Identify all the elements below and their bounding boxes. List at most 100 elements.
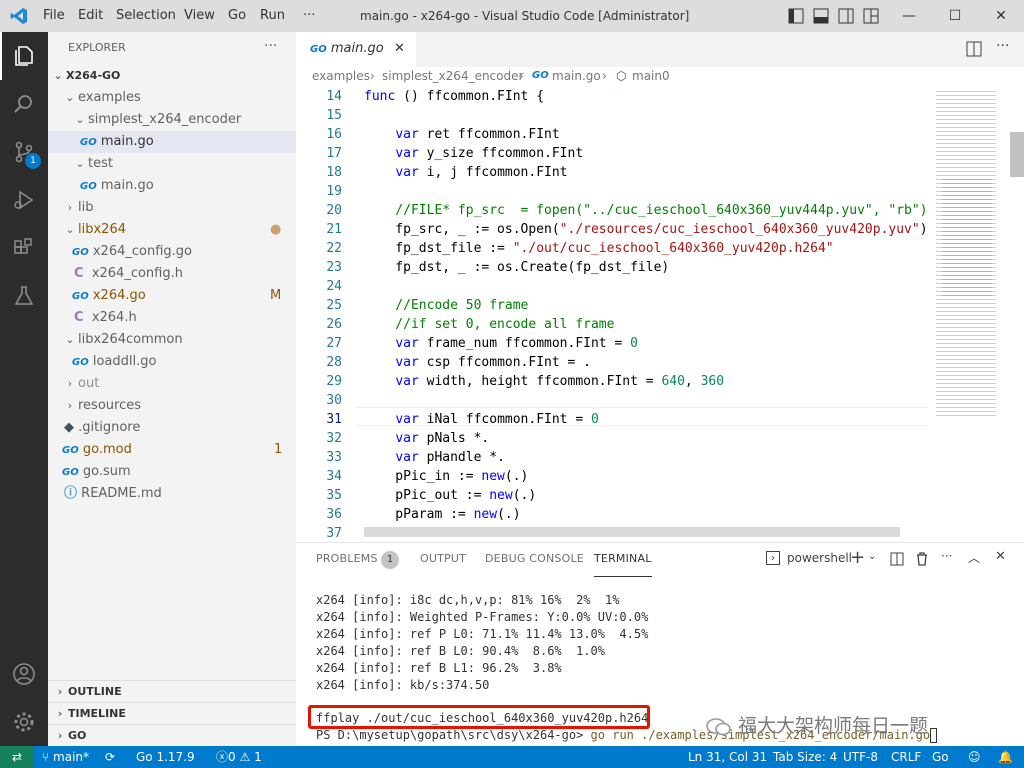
code-line[interactable]: var i, j ffcommon.FInt bbox=[364, 163, 567, 182]
explorer-icon[interactable] bbox=[0, 32, 48, 80]
close-tab-icon[interactable]: ✕ bbox=[394, 32, 405, 65]
tree-folder-examples[interactable]: ⌄ examples bbox=[48, 87, 296, 109]
tree-folder-simplest-x264-encoder[interactable]: ⌄ simplest_x264_encoder bbox=[48, 109, 296, 131]
source-control-icon[interactable]: 1 bbox=[0, 128, 48, 176]
code-line[interactable]: fp_dst, _ := os.Create(fp_dst_file) bbox=[364, 258, 669, 277]
chevron-down-icon[interactable]: ⌄ bbox=[868, 551, 876, 562]
code-line[interactable]: func () ffcommon.FInt { bbox=[364, 87, 544, 106]
tree-file-gitignore[interactable]: ◆ .gitignore bbox=[48, 417, 296, 439]
tab-output[interactable]: OUTPUT bbox=[420, 543, 466, 577]
outline-section[interactable]: › OUTLINE bbox=[48, 680, 296, 702]
code-line[interactable]: pParam := new(.) bbox=[364, 505, 520, 524]
toggle-secondary-sidebar-icon[interactable] bbox=[838, 8, 854, 28]
tab-problems[interactable]: PROBLEMS bbox=[316, 543, 378, 577]
tree-file-main-go-selected[interactable]: GO main.go bbox=[48, 131, 296, 153]
horizontal-scrollbar[interactable] bbox=[364, 527, 900, 537]
code-line[interactable]: var ret ffcommon.FInt bbox=[364, 125, 559, 144]
customize-layout-icon[interactable] bbox=[863, 8, 879, 28]
breadcrumb-examples[interactable]: examples bbox=[312, 67, 370, 85]
code-line[interactable]: var width, height ffcommon.FInt = 640, 3… bbox=[364, 372, 724, 391]
encoding[interactable]: UTF-8 bbox=[843, 746, 878, 768]
notifications-bell-icon[interactable]: 🔔 bbox=[998, 746, 1013, 768]
minimize-button[interactable]: — bbox=[886, 0, 932, 32]
go-version[interactable]: Go 1.17.9 bbox=[136, 746, 195, 768]
more-actions-icon[interactable]: ··· bbox=[941, 549, 952, 563]
timeline-section[interactable]: › TIMELINE bbox=[48, 702, 296, 724]
tab-size[interactable]: Tab Size: 4 bbox=[773, 746, 837, 768]
tree-file-go-mod[interactable]: GO go.mod 1 bbox=[48, 439, 296, 461]
minimap[interactable] bbox=[928, 87, 1010, 542]
code-line[interactable]: fp_dst_file := "./out/cuc_ieschool_640x3… bbox=[364, 239, 833, 258]
toggle-panel-icon[interactable] bbox=[813, 8, 829, 28]
menu-run[interactable]: Run bbox=[260, 0, 285, 32]
language-mode[interactable]: Go bbox=[932, 746, 949, 768]
toggle-sidebar-icon[interactable] bbox=[788, 8, 804, 28]
tree-file-x264-h[interactable]: C x264.h bbox=[48, 307, 296, 329]
menu-selection[interactable]: Selection bbox=[116, 0, 176, 32]
split-editor-icon[interactable] bbox=[966, 41, 982, 61]
code-editor[interactable]: 14 func () ffcommon.FInt {15 16 var ret ff… bbox=[296, 87, 928, 542]
code-line[interactable]: var iNal ffcommon.FInt = 0 bbox=[364, 410, 599, 429]
tree-file-readme[interactable]: ⓘ README.md bbox=[48, 483, 296, 505]
menu-view[interactable]: View bbox=[184, 0, 215, 32]
tree-file-x264-config-go[interactable]: GO x264_config.go bbox=[48, 241, 296, 263]
code-line[interactable]: //Encode 50 frame bbox=[364, 296, 528, 315]
tree-file-x264-config-h[interactable]: C x264_config.h bbox=[48, 263, 296, 285]
code-line[interactable]: pPic_in := new(.) bbox=[364, 467, 528, 486]
tab-terminal[interactable]: TERMINAL bbox=[594, 543, 652, 577]
tree-file-go-sum[interactable]: GO go.sum bbox=[48, 461, 296, 483]
breadcrumb-folder[interactable]: simplest_x264_encoder bbox=[382, 67, 523, 85]
problems-status[interactable]: ⓧ0 ⚠ 1 bbox=[216, 746, 262, 768]
vertical-scrollbar[interactable] bbox=[1010, 87, 1024, 542]
menu-edit[interactable]: Edit bbox=[78, 0, 103, 32]
code-line[interactable]: //FILE* fp_src = fopen("../cuc_ieschool_… bbox=[364, 201, 928, 220]
search-icon[interactable] bbox=[0, 80, 48, 128]
sync-icon[interactable]: ⟳ bbox=[105, 746, 115, 768]
menu-more[interactable]: ··· bbox=[303, 0, 315, 32]
account-icon[interactable] bbox=[0, 650, 48, 698]
extensions-icon[interactable] bbox=[0, 224, 48, 272]
code-line[interactable]: var y_size ffcommon.FInt bbox=[364, 144, 583, 163]
tree-folder-lib[interactable]: › lib bbox=[48, 197, 296, 219]
tree-file-x264-go[interactable]: GO x264.go M bbox=[48, 285, 296, 307]
maximize-button[interactable]: ☐ bbox=[932, 0, 978, 32]
code-line[interactable]: fp_src, _ := os.Open("./resources/cuc_ie… bbox=[364, 220, 927, 239]
tree-folder-libx264common[interactable]: ⌄ libx264common bbox=[48, 329, 296, 351]
line-ending[interactable]: CRLF bbox=[891, 746, 921, 768]
git-branch[interactable]: ⑂ main* bbox=[42, 746, 89, 768]
tree-folder-out[interactable]: › out bbox=[48, 373, 296, 395]
code-line[interactable]: var csp ffcommon.FInt = . bbox=[364, 353, 591, 372]
code-line[interactable]: //if set 0, encode all frame bbox=[364, 315, 614, 334]
menu-go[interactable]: Go bbox=[228, 0, 246, 32]
code-line[interactable]: var pHandle *. bbox=[364, 448, 505, 467]
run-debug-icon[interactable] bbox=[0, 176, 48, 224]
tab-main-go[interactable]: GO main.go ✕ bbox=[296, 32, 416, 67]
close-panel-icon[interactable]: ✕ bbox=[995, 549, 1006, 564]
new-terminal-icon[interactable]: + bbox=[850, 547, 865, 568]
kill-terminal-icon[interactable] bbox=[915, 551, 929, 571]
tab-debug-console[interactable]: DEBUG CONSOLE bbox=[485, 543, 584, 577]
terminal-shell-label[interactable]: powershell bbox=[787, 551, 852, 565]
cursor-position[interactable]: Ln 31, Col 31 bbox=[688, 746, 767, 768]
maximize-panel-icon[interactable]: ︿ bbox=[968, 549, 980, 566]
tree-root[interactable]: ⌄ X264-GO bbox=[48, 65, 296, 87]
explorer-more-icon[interactable]: ··· bbox=[264, 38, 277, 54]
breadcrumb-symbol[interactable]: main0 bbox=[632, 67, 670, 85]
breadcrumb-file[interactable]: main.go bbox=[552, 67, 601, 85]
editor-more-icon[interactable]: ··· bbox=[996, 38, 1009, 54]
tree-file-test-main-go[interactable]: GO main.go bbox=[48, 175, 296, 197]
code-line[interactable]: var frame_num ffcommon.FInt = 0 bbox=[364, 334, 638, 353]
code-line[interactable]: pPic_out := new(.) bbox=[364, 486, 536, 505]
testing-icon[interactable] bbox=[0, 272, 48, 320]
code-line[interactable]: var pNals *. bbox=[364, 429, 489, 448]
remote-icon[interactable]: ⇄ bbox=[0, 746, 34, 768]
tree-file-loaddll-go[interactable]: GO loaddll.go bbox=[48, 351, 296, 373]
tree-folder-test[interactable]: ⌄ test bbox=[48, 153, 296, 175]
close-window-button[interactable]: ✕ bbox=[978, 0, 1024, 32]
tree-folder-resources[interactable]: › resources bbox=[48, 395, 296, 417]
tree-folder-libx264[interactable]: ⌄ libx264 ● bbox=[48, 219, 296, 241]
feedback-icon[interactable]: ☺ bbox=[968, 746, 981, 768]
settings-gear-icon[interactable] bbox=[0, 698, 48, 746]
menu-file[interactable]: File bbox=[43, 0, 65, 32]
go-section[interactable]: › GO bbox=[48, 724, 296, 746]
